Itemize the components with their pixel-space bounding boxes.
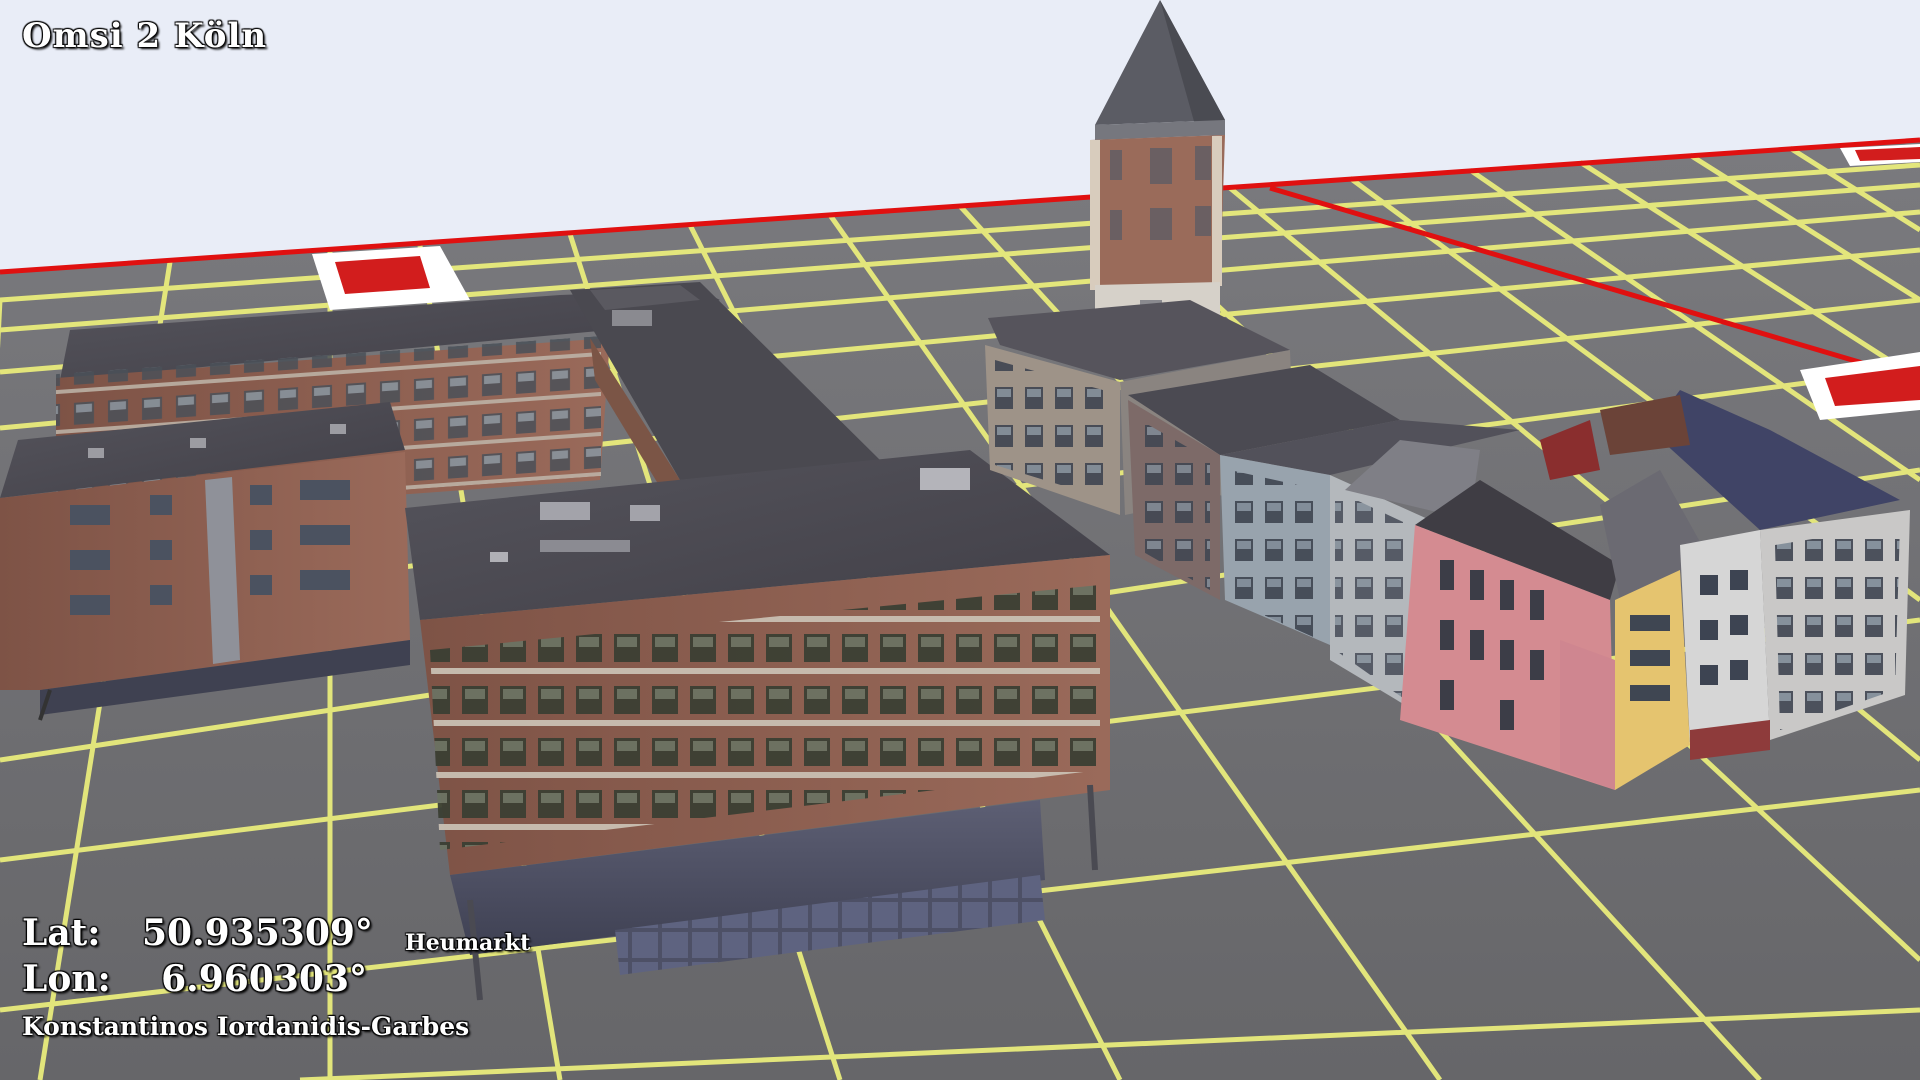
- author-credit: Konstantinos Iordanidis-Garbes: [22, 1012, 470, 1041]
- latitude-label: Lat:: [22, 912, 101, 954]
- longitude-readout: Lon: 6.960303°: [22, 958, 367, 1000]
- location-name: Heumarkt: [405, 930, 531, 956]
- latitude-value: 50.935309°: [142, 912, 373, 954]
- longitude-label: Lon:: [22, 958, 111, 1000]
- longitude-value: 6.960303°: [161, 958, 367, 1000]
- building-central-office: [405, 450, 1110, 1001]
- game-title: Omsi 2 Köln: [22, 16, 268, 56]
- latitude-readout: Lat: 50.935309°: [22, 912, 373, 954]
- building-left-front: [0, 402, 410, 721]
